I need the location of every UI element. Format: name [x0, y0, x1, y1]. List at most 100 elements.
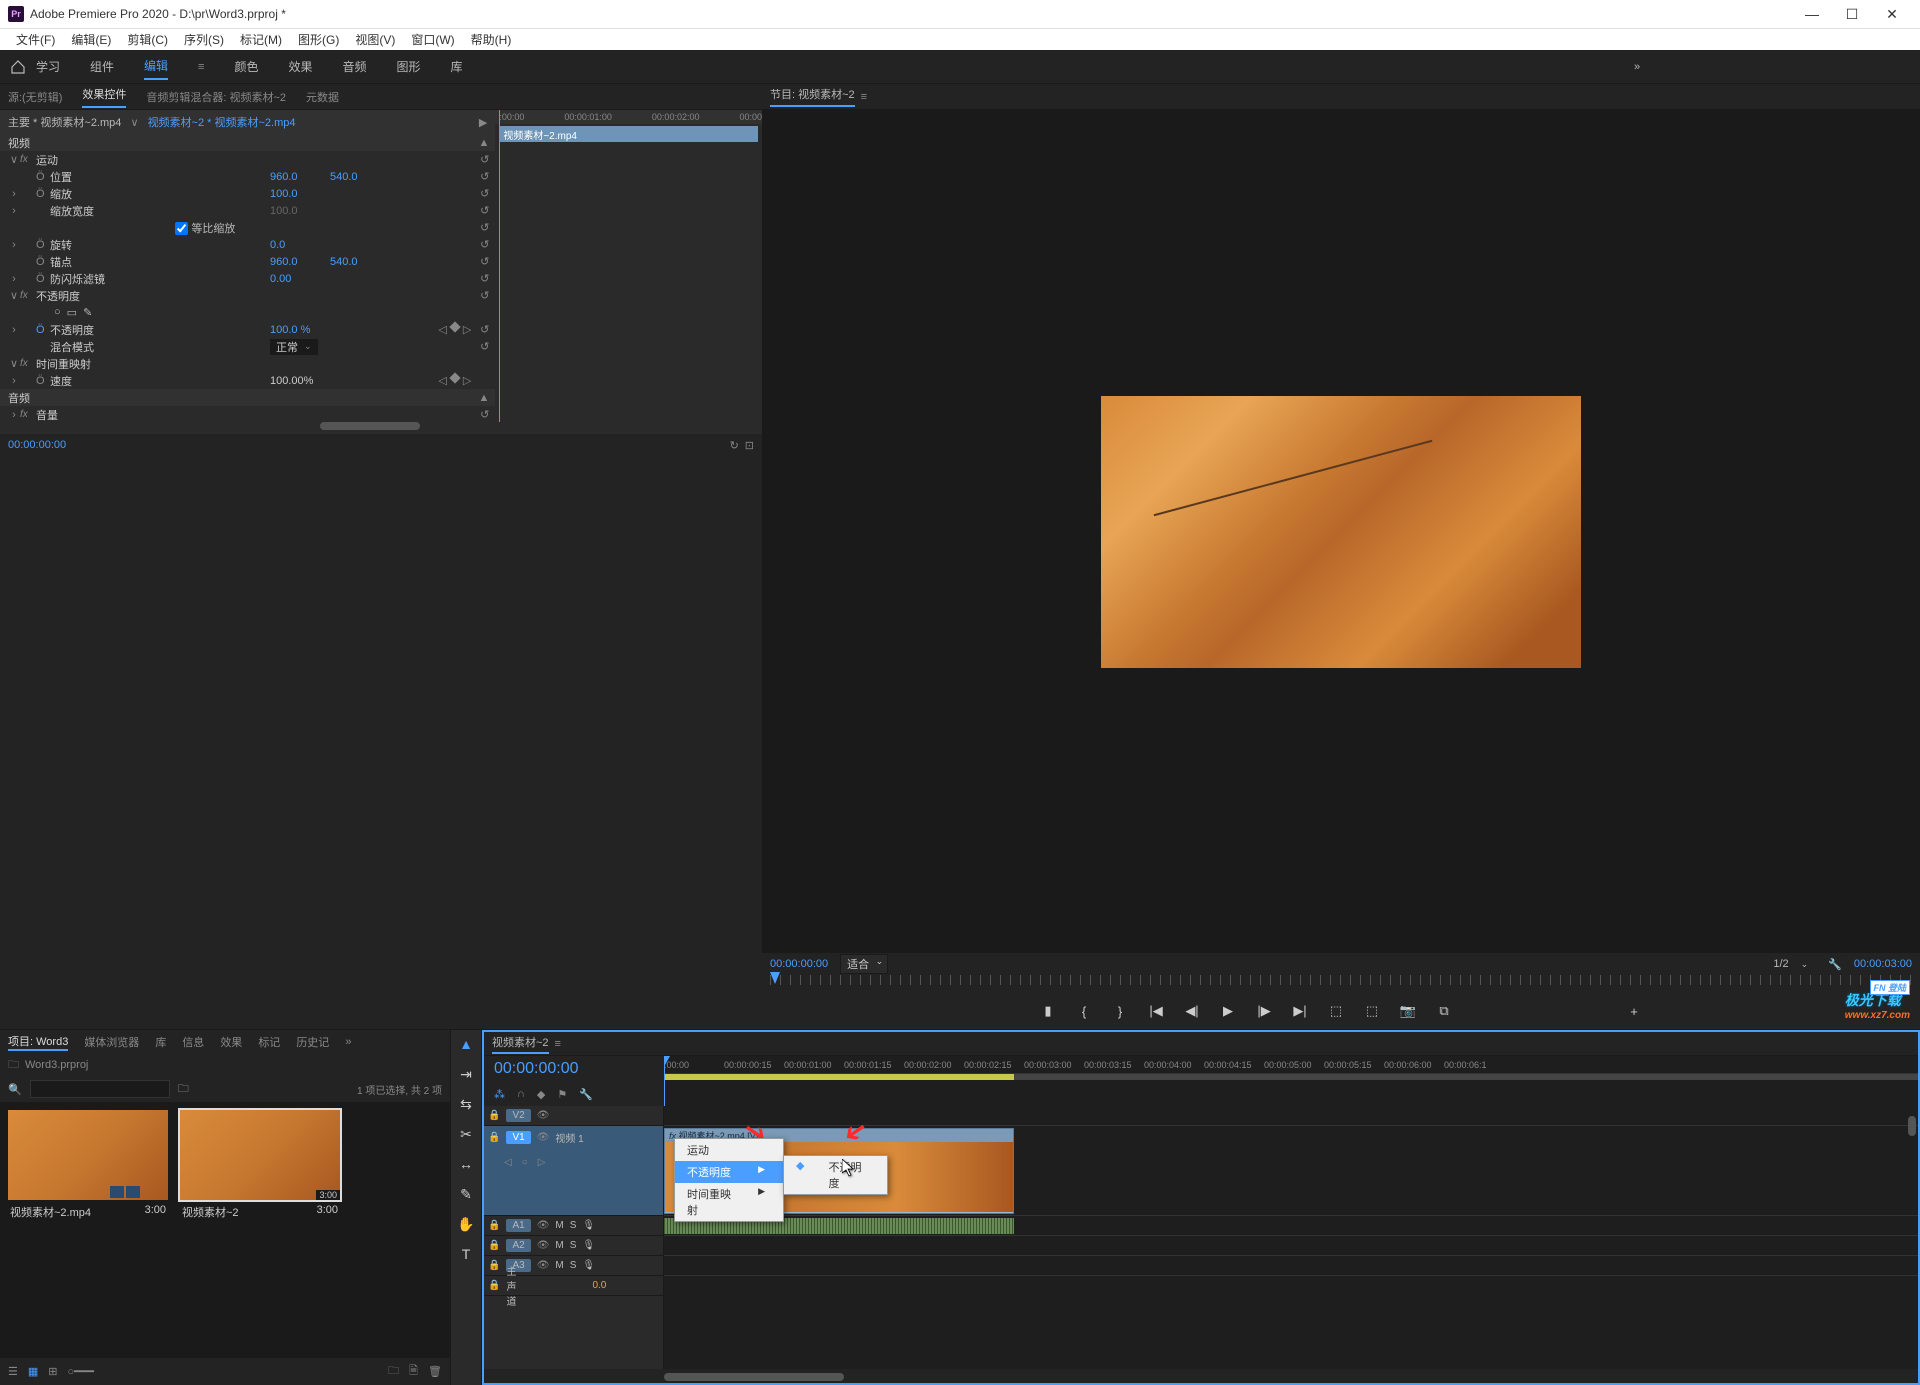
- timeline-ruler[interactable]: :00:00 00:00:00:15 00:00:01:00 00:00:01:…: [664, 1056, 1918, 1074]
- program-tab-menu-icon[interactable]: ≡: [861, 91, 867, 103]
- ec-uniform-scale[interactable]: 等比缩放↺: [0, 219, 495, 236]
- track-lane-v1[interactable]: fx 视频素材~2.mp4 [V] 运动 不透明度▶ 时间重映射▶ ◆不透明度: [664, 1126, 1918, 1216]
- ws-graphics[interactable]: 图形: [397, 54, 421, 79]
- menu-edit[interactable]: 编辑(E): [63, 31, 119, 48]
- tab-project[interactable]: 项目: Word3: [8, 1033, 68, 1051]
- ctx-submenu[interactable]: ◆不透明度: [783, 1155, 888, 1195]
- ec-scale[interactable]: ›Ö缩放100.0↺: [0, 185, 495, 202]
- ws-edit-menu-icon[interactable]: ≡: [198, 61, 204, 73]
- seq-tab-menu-icon[interactable]: ≡: [555, 1038, 561, 1050]
- settings-icon[interactable]: ⚑: [557, 1088, 567, 1101]
- tab-library[interactable]: 库: [155, 1034, 166, 1050]
- ec-loop-icon[interactable]: ↻: [730, 439, 739, 452]
- wrench-icon-tl[interactable]: 🔧: [579, 1088, 593, 1101]
- program-ratio[interactable]: 1/2: [1773, 958, 1788, 970]
- zoom-slider[interactable]: ○━━━: [68, 1365, 95, 1378]
- tab-effects[interactable]: 效果: [220, 1034, 242, 1050]
- tab-overflow-icon[interactable]: »: [345, 1036, 351, 1048]
- compare-button[interactable]: ⧉: [1433, 1000, 1455, 1022]
- ec-flicker[interactable]: ›Ö防闪烁滤镜0.00↺: [0, 270, 495, 287]
- ec-anchor[interactable]: Ö锚点960.0540.0↺: [0, 253, 495, 270]
- ec-time-remap[interactable]: ∨fx时间重映射: [0, 355, 495, 372]
- uniform-scale-checkbox[interactable]: [175, 222, 188, 235]
- track-lane-a2[interactable]: [664, 1236, 1918, 1256]
- track-header-v1[interactable]: 🔒V1👁视频 1 ◁○▷: [484, 1126, 663, 1216]
- step-fwd-button[interactable]: |▶: [1253, 1000, 1275, 1022]
- ec-opacity-masks[interactable]: ○▭✎: [0, 304, 495, 321]
- program-zoom-select[interactable]: 适合 ⌄: [840, 954, 888, 974]
- menu-graphics[interactable]: 图形(G): [290, 31, 347, 48]
- tab-metadata[interactable]: 元数据: [306, 89, 339, 105]
- proj-filter-icon[interactable]: 🗀: [178, 1080, 189, 1099]
- ec-motion[interactable]: ∨fx运动↺: [0, 151, 495, 168]
- tab-effect-controls[interactable]: 效果控件: [82, 86, 126, 108]
- new-item-icon[interactable]: 🗎: [409, 1362, 418, 1381]
- ec-clip-bar[interactable]: 视频素材~2.mp4: [499, 126, 758, 142]
- slip-tool[interactable]: ↔: [456, 1154, 476, 1174]
- ec-blend[interactable]: 混合模式正常⌄↺: [0, 338, 495, 355]
- maximize-button[interactable]: ☐: [1832, 0, 1872, 28]
- timeline-work-area[interactable]: [664, 1074, 1918, 1080]
- link-icon[interactable]: ∩: [517, 1088, 525, 1100]
- step-back-button[interactable]: ◀|: [1181, 1000, 1203, 1022]
- sequence-tab[interactable]: 视频素材~2: [492, 1034, 549, 1054]
- program-tab[interactable]: 节目: 视频素材~2: [770, 86, 855, 107]
- ripple-tool[interactable]: ⇆: [456, 1094, 476, 1114]
- snap-icon[interactable]: ⁂: [494, 1088, 505, 1101]
- clip-context-menu[interactable]: 运动 不透明度▶ 时间重映射▶ ◆不透明度: [674, 1138, 784, 1222]
- tab-markers[interactable]: 标记: [258, 1034, 280, 1050]
- list-view-icon[interactable]: ☰: [8, 1365, 18, 1378]
- ctx-sub-opacity[interactable]: ◆不透明度: [784, 1156, 887, 1194]
- ec-time-ruler[interactable]: :00:00 00:00:01:00 00:00:02:00 00:00: [495, 110, 762, 124]
- ec-playhead[interactable]: [499, 110, 500, 422]
- track-header-a1[interactable]: 🔒A1👁MS🎙: [484, 1216, 663, 1236]
- ec-rotation[interactable]: ›Ö旋转0.0↺: [0, 236, 495, 253]
- lift-button[interactable]: ⬚: [1325, 1000, 1347, 1022]
- ec-position[interactable]: Ö位置960.0540.0↺: [0, 168, 495, 185]
- ec-mini-timeline[interactable]: :00:00 00:00:01:00 00:00:02:00 00:00 视频素…: [495, 110, 762, 422]
- add-button[interactable]: +: [1623, 1000, 1645, 1022]
- freeform-view-icon[interactable]: ⊞: [48, 1365, 57, 1378]
- home-button[interactable]: [0, 50, 36, 84]
- collapse-icon[interactable]: ▲: [478, 137, 489, 149]
- mark-out-icon[interactable]: }: [1109, 1000, 1131, 1022]
- track-header-main[interactable]: 🔒主声道0.0⟳: [484, 1276, 663, 1296]
- ec-scrollbar-thumb[interactable]: [320, 422, 420, 430]
- ws-color[interactable]: 颜色: [234, 54, 258, 79]
- ws-library[interactable]: 库: [451, 54, 463, 79]
- hand-tool[interactable]: ✋: [456, 1214, 476, 1234]
- selection-tool[interactable]: ▲: [456, 1034, 476, 1054]
- pen-tool[interactable]: ✎: [456, 1184, 476, 1204]
- ws-audio[interactable]: 音频: [343, 54, 367, 79]
- project-item-0[interactable]: 视频素材~2.mp43:00: [8, 1110, 168, 1349]
- timeline-timecode[interactable]: 00:00:00:00: [484, 1056, 664, 1082]
- ws-overflow-button[interactable]: »: [1634, 61, 1670, 73]
- ctx-motion[interactable]: 运动: [675, 1139, 783, 1161]
- go-in-button[interactable]: |◀: [1145, 1000, 1167, 1022]
- minimize-button[interactable]: —: [1792, 0, 1832, 28]
- menu-view[interactable]: 视图(V): [347, 31, 403, 48]
- razor-tool[interactable]: ✂: [456, 1124, 476, 1144]
- reset-icon[interactable]: ↺: [480, 153, 489, 166]
- mark-in-icon[interactable]: {: [1073, 1000, 1095, 1022]
- ellipse-mask-icon[interactable]: ○: [54, 306, 61, 319]
- program-timecode-left[interactable]: 00:00:00:00: [770, 958, 828, 970]
- timeline-tracks[interactable]: fx 视频素材~2.mp4 [V] 运动 不透明度▶ 时间重映射▶ ◆不透明度: [664, 1106, 1918, 1369]
- mark-in-button[interactable]: ▮: [1037, 1000, 1059, 1022]
- project-search-input[interactable]: [30, 1080, 170, 1098]
- timeline-playhead[interactable]: [664, 1056, 665, 1106]
- ws-effects[interactable]: 效果: [288, 54, 312, 79]
- tl-vscroll-thumb[interactable]: [1908, 1116, 1916, 1136]
- keyframe-nav[interactable]: ◁ ▷: [438, 323, 471, 336]
- tab-media-browser[interactable]: 媒体浏览器: [84, 1034, 139, 1050]
- close-button[interactable]: ✕: [1872, 0, 1912, 28]
- ec-volume[interactable]: ›fx音量↺: [0, 406, 495, 422]
- tab-source[interactable]: 源:(无剪辑): [8, 89, 62, 105]
- ec-in-out-icon[interactable]: ⊡: [745, 439, 754, 452]
- go-out-button[interactable]: ▶|: [1289, 1000, 1311, 1022]
- program-ruler[interactable]: [770, 975, 1912, 985]
- ec-speed[interactable]: ›Ö速度100.00%◁ ▷: [0, 372, 495, 389]
- track-lane-a3[interactable]: [664, 1256, 1918, 1276]
- new-bin-icon[interactable]: 🗀: [388, 1362, 399, 1381]
- menu-clip[interactable]: 剪辑(C): [119, 31, 176, 48]
